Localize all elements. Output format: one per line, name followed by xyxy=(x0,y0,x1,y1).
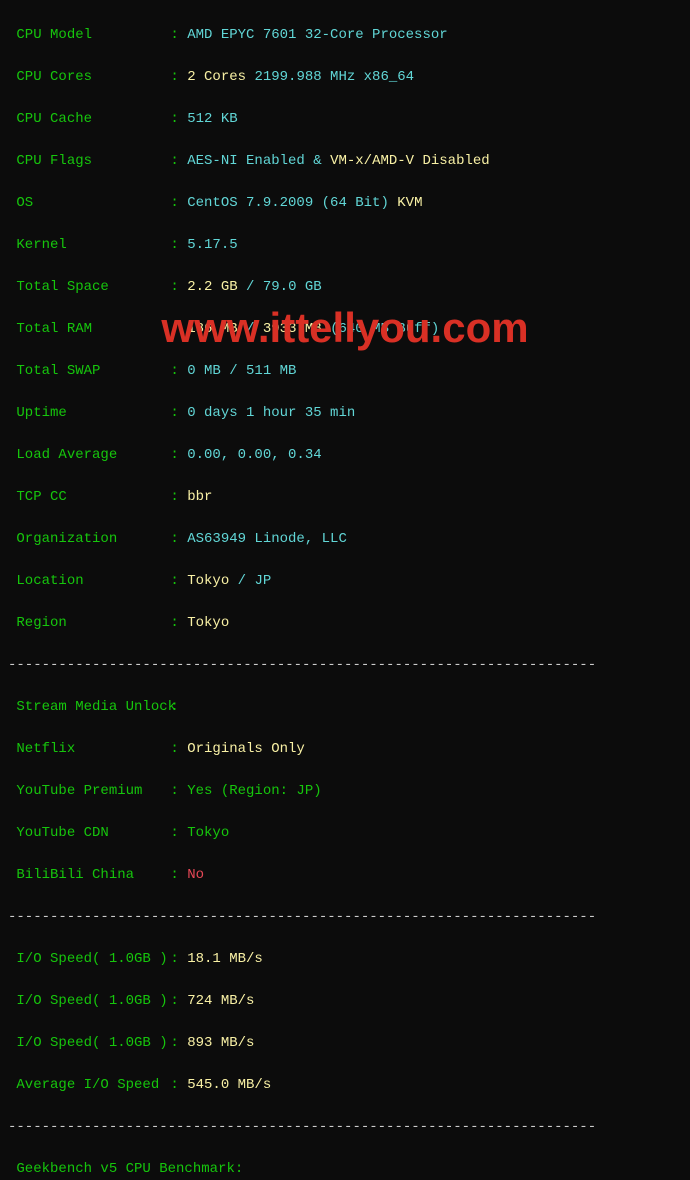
value-count: 2 Cores xyxy=(187,69,246,85)
value-freq: 2199.988 MHz x86_64 xyxy=(254,69,414,85)
label: Location xyxy=(16,571,170,592)
row-youtube-cdn: YouTube CDN: Tokyo xyxy=(8,823,682,844)
row-total-space: Total Space: 2.2 GB / 79.0 GB xyxy=(8,277,682,298)
value-used: 2.2 GB xyxy=(187,279,237,295)
label: Region xyxy=(16,613,170,634)
label: I/O Speed( 1.0GB ) xyxy=(16,949,170,970)
value-city: Tokyo xyxy=(187,573,229,589)
value-buff: (640 MB Buff) xyxy=(330,321,439,337)
value-virt: KVM xyxy=(397,195,422,211)
value: bbr xyxy=(187,489,212,505)
value: Originals Only xyxy=(187,741,305,757)
label: Netflix xyxy=(16,739,170,760)
row-location: Location: Tokyo / JP xyxy=(8,571,682,592)
value: AMD EPYC 7601 32-Core Processor xyxy=(187,27,447,43)
row-io-avg: Average I/O Speed: 545.0 MB/s xyxy=(8,1075,682,1096)
row-bilibili: BiliBili China: No xyxy=(8,865,682,886)
value: 0 days 1 hour 35 min xyxy=(187,405,355,421)
label: CPU Cache xyxy=(16,109,170,130)
label: I/O Speed( 1.0GB ) xyxy=(16,1033,170,1054)
section-divider: ----------------------------------------… xyxy=(8,655,682,676)
row-cpu-flags: CPU Flags: AES-NI Enabled & VM-x/AMD-V D… xyxy=(8,151,682,172)
label: BiliBili China xyxy=(16,865,170,886)
label: Geekbench v5 CPU Benchmark: xyxy=(16,1161,243,1177)
row-load-avg: Load Average: 0.00, 0.00, 0.34 xyxy=(8,445,682,466)
label: Stream Media Unlock xyxy=(16,697,170,718)
label: Organization xyxy=(16,529,170,550)
row-io-2: I/O Speed( 1.0GB ): 724 MB/s xyxy=(8,991,682,1012)
value: 724 MB/s xyxy=(187,993,254,1009)
section-divider: ----------------------------------------… xyxy=(8,1117,682,1138)
value-total: 3933 MB xyxy=(263,321,322,337)
row-io-3: I/O Speed( 1.0GB ): 893 MB/s xyxy=(8,1033,682,1054)
label: OS xyxy=(16,193,170,214)
terminal-output: CPU Model: AMD EPYC 7601 32-Core Process… xyxy=(0,0,690,1180)
row-netflix: Netflix: Originals Only xyxy=(8,739,682,760)
value: AS63949 Linode, LLC xyxy=(187,531,347,547)
label: Uptime xyxy=(16,403,170,424)
row-io-1: I/O Speed( 1.0GB ): 18.1 MB/s xyxy=(8,949,682,970)
row-cpu-model: CPU Model: AMD EPYC 7601 32-Core Process… xyxy=(8,25,682,46)
section-divider: ----------------------------------------… xyxy=(8,907,682,928)
row-kernel: Kernel: 5.17.5 xyxy=(8,235,682,256)
label: CPU Model xyxy=(16,25,170,46)
value: 545.0 MB/s xyxy=(187,1077,271,1093)
label: TCP CC xyxy=(16,487,170,508)
label: YouTube CDN xyxy=(16,823,170,844)
row-organization: Organization: AS63949 Linode, LLC xyxy=(8,529,682,550)
row-uptime: Uptime: 0 days 1 hour 35 min xyxy=(8,403,682,424)
value-vmx: VM-x/AMD-V Disabled xyxy=(330,153,490,169)
value-aes: AES-NI Enabled xyxy=(187,153,305,169)
label: I/O Speed( 1.0GB ) xyxy=(16,991,170,1012)
label: CPU Flags xyxy=(16,151,170,172)
row-cpu-cache: CPU Cache: 512 KB xyxy=(8,109,682,130)
value: Tokyo xyxy=(187,615,229,631)
value: 0.00, 0.00, 0.34 xyxy=(187,447,321,463)
label: Total Space xyxy=(16,277,170,298)
value: 0 MB / 511 MB xyxy=(187,363,296,379)
label: Load Average xyxy=(16,445,170,466)
value: 512 KB xyxy=(187,111,237,127)
row-total-ram: Total RAM: 186 MB / 3933 MB (640 MB Buff… xyxy=(8,319,682,340)
label: CPU Cores xyxy=(16,67,170,88)
label: Total RAM xyxy=(16,319,170,340)
row-youtube-premium: YouTube Premium: Yes (Region: JP) xyxy=(8,781,682,802)
value: Tokyo xyxy=(187,825,229,841)
value: 18.1 MB/s xyxy=(187,951,263,967)
value-os: CentOS 7.9.2009 (64 Bit) xyxy=(187,195,389,211)
label: YouTube Premium xyxy=(16,781,170,802)
value: 893 MB/s xyxy=(187,1035,254,1051)
value-used: 186 MB xyxy=(187,321,237,337)
row-region: Region: Tokyo xyxy=(8,613,682,634)
value: 5.17.5 xyxy=(187,237,237,253)
label: Average I/O Speed xyxy=(16,1075,170,1096)
row-geekbench-header: Geekbench v5 CPU Benchmark: xyxy=(8,1159,682,1180)
value: Yes (Region: JP) xyxy=(187,783,321,799)
value: No xyxy=(187,867,204,883)
label: Kernel xyxy=(16,235,170,256)
value-total: 79.0 GB xyxy=(263,279,322,295)
row-total-swap: Total SWAP: 0 MB / 511 MB xyxy=(8,361,682,382)
row-stream-header: Stream Media Unlock: xyxy=(8,697,682,718)
row-cpu-cores: CPU Cores: 2 Cores 2199.988 MHz x86_64 xyxy=(8,67,682,88)
row-os: OS: CentOS 7.9.2009 (64 Bit) KVM xyxy=(8,193,682,214)
label: Total SWAP xyxy=(16,361,170,382)
row-tcp-cc: TCP CC: bbr xyxy=(8,487,682,508)
value-cc: JP xyxy=(254,573,271,589)
